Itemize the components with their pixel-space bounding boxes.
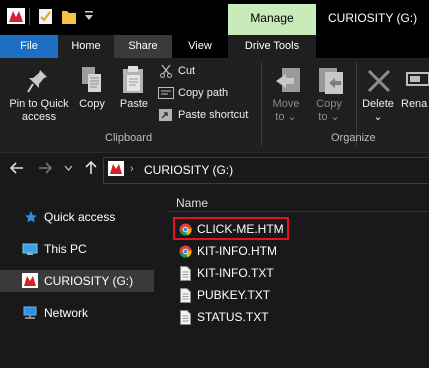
text-file-icon <box>180 310 191 325</box>
paste-shortcut-button[interactable]: Paste shortcut <box>178 109 248 121</box>
list-item[interactable]: KIT-INFO.TXT <box>171 263 429 284</box>
list-item[interactable]: PUBKEY.TXT <box>171 285 429 306</box>
paste-button[interactable]: Paste <box>116 98 152 111</box>
tab-home[interactable]: Home <box>58 35 114 58</box>
chrome-icon <box>179 245 192 258</box>
nav-label: Quick access <box>44 210 116 224</box>
drive-icon <box>108 161 124 176</box>
nav-label: Network <box>44 306 89 320</box>
tab-drive-tools[interactable]: Drive Tools <box>228 35 316 58</box>
nav-item-network[interactable]: Network <box>0 302 154 324</box>
text-file-icon <box>180 288 191 303</box>
breadcrumb-chevron-icon[interactable]: › <box>130 163 134 175</box>
pin-label-line2: access <box>21 111 57 123</box>
tab-share[interactable]: Share <box>114 35 172 58</box>
list-item[interactable]: STATUS.TXT <box>171 307 429 328</box>
cut-button[interactable]: Cut <box>178 65 195 77</box>
nav-label: CURIOSITY (G:) <box>44 274 134 288</box>
delete-label: Delete <box>362 98 394 110</box>
recent-locations-icon[interactable] <box>64 165 73 171</box>
nav-item-this-pc[interactable]: This PC <box>0 238 154 260</box>
copy-path-icon <box>158 87 174 99</box>
cut-icon <box>159 64 173 78</box>
title-separator <box>29 8 30 25</box>
properties-icon[interactable] <box>38 8 54 25</box>
copy-to-button[interactable]: Copy to ⌄ <box>311 98 347 124</box>
column-header-divider <box>168 211 429 212</box>
breadcrumb-drive[interactable]: CURIOSITY (G:) <box>144 163 233 177</box>
move-to-label-line1: Move <box>272 98 300 110</box>
move-to-label-line2: to ⌄ <box>268 111 304 124</box>
copy-icon <box>81 66 103 94</box>
move-to-icon <box>274 66 302 96</box>
drive-icon <box>7 8 25 24</box>
chevron-down-icon: ⌄ <box>330 111 340 123</box>
star-icon <box>24 210 38 224</box>
chevron-down-icon: ⌄ <box>287 111 297 123</box>
tab-file[interactable]: File <box>0 35 58 58</box>
list-item[interactable]: KIT-INFO.HTM <box>171 241 429 262</box>
copy-path-button[interactable]: Copy path <box>178 87 228 99</box>
ribbon-separator <box>261 62 262 146</box>
pin-icon <box>27 68 49 94</box>
computer-icon <box>22 243 38 256</box>
rename-icon <box>406 72 429 86</box>
copy-to-label-line1: Copy <box>316 98 342 110</box>
new-folder-icon[interactable] <box>61 8 77 25</box>
window-title: CURIOSITY (G:) <box>328 11 418 25</box>
back-arrow-icon[interactable] <box>10 162 24 174</box>
pin-to-quick-access-button[interactable]: Pin to Quick access <box>4 98 74 124</box>
nav-item-curiosity-drive[interactable]: CURIOSITY (G:) <box>0 270 154 292</box>
copy-button[interactable]: Copy <box>74 98 110 111</box>
network-icon <box>22 306 38 320</box>
paste-icon <box>122 65 144 95</box>
chevron-down-icon: ⌄ <box>373 111 383 123</box>
copy-to-icon <box>317 66 345 96</box>
file-name: PUBKEY.TXT <box>197 288 271 302</box>
nav-item-quick-access[interactable]: Quick access <box>0 206 154 228</box>
text-file-icon <box>180 266 191 281</box>
clipboard-group-label: Clipboard <box>105 132 153 144</box>
file-name: STATUS.TXT <box>197 310 269 324</box>
move-to-label-to: to <box>275 111 285 123</box>
move-to-button[interactable]: Move to ⌄ <box>268 98 304 124</box>
file-name: KIT-INFO.TXT <box>197 266 274 280</box>
up-arrow-icon[interactable] <box>85 161 97 175</box>
file-name: CLICK-ME.HTM <box>197 222 284 236</box>
delete-icon <box>366 68 392 94</box>
nav-label: This PC <box>44 242 87 256</box>
manage-label: Manage <box>250 11 294 25</box>
paste-shortcut-icon <box>158 108 174 122</box>
delete-button[interactable]: Delete ⌄ <box>358 98 398 124</box>
rename-button[interactable]: Rena <box>401 98 429 111</box>
drive-icon <box>22 273 38 288</box>
chrome-icon <box>179 223 192 236</box>
copy-to-label-to: to <box>318 111 328 123</box>
pin-label-line1: Pin to Quick <box>9 98 69 110</box>
file-name: KIT-INFO.HTM <box>197 244 277 258</box>
copy-to-label-line2: to ⌄ <box>311 111 347 124</box>
organize-group-label: Organize <box>331 132 376 144</box>
column-header-name[interactable]: Name <box>176 196 208 210</box>
forward-arrow-icon[interactable] <box>38 162 52 174</box>
tab-view[interactable]: View <box>172 35 228 58</box>
customize-toolbar-icon[interactable] <box>84 9 94 21</box>
list-item[interactable]: CLICK-ME.HTM <box>171 217 429 240</box>
